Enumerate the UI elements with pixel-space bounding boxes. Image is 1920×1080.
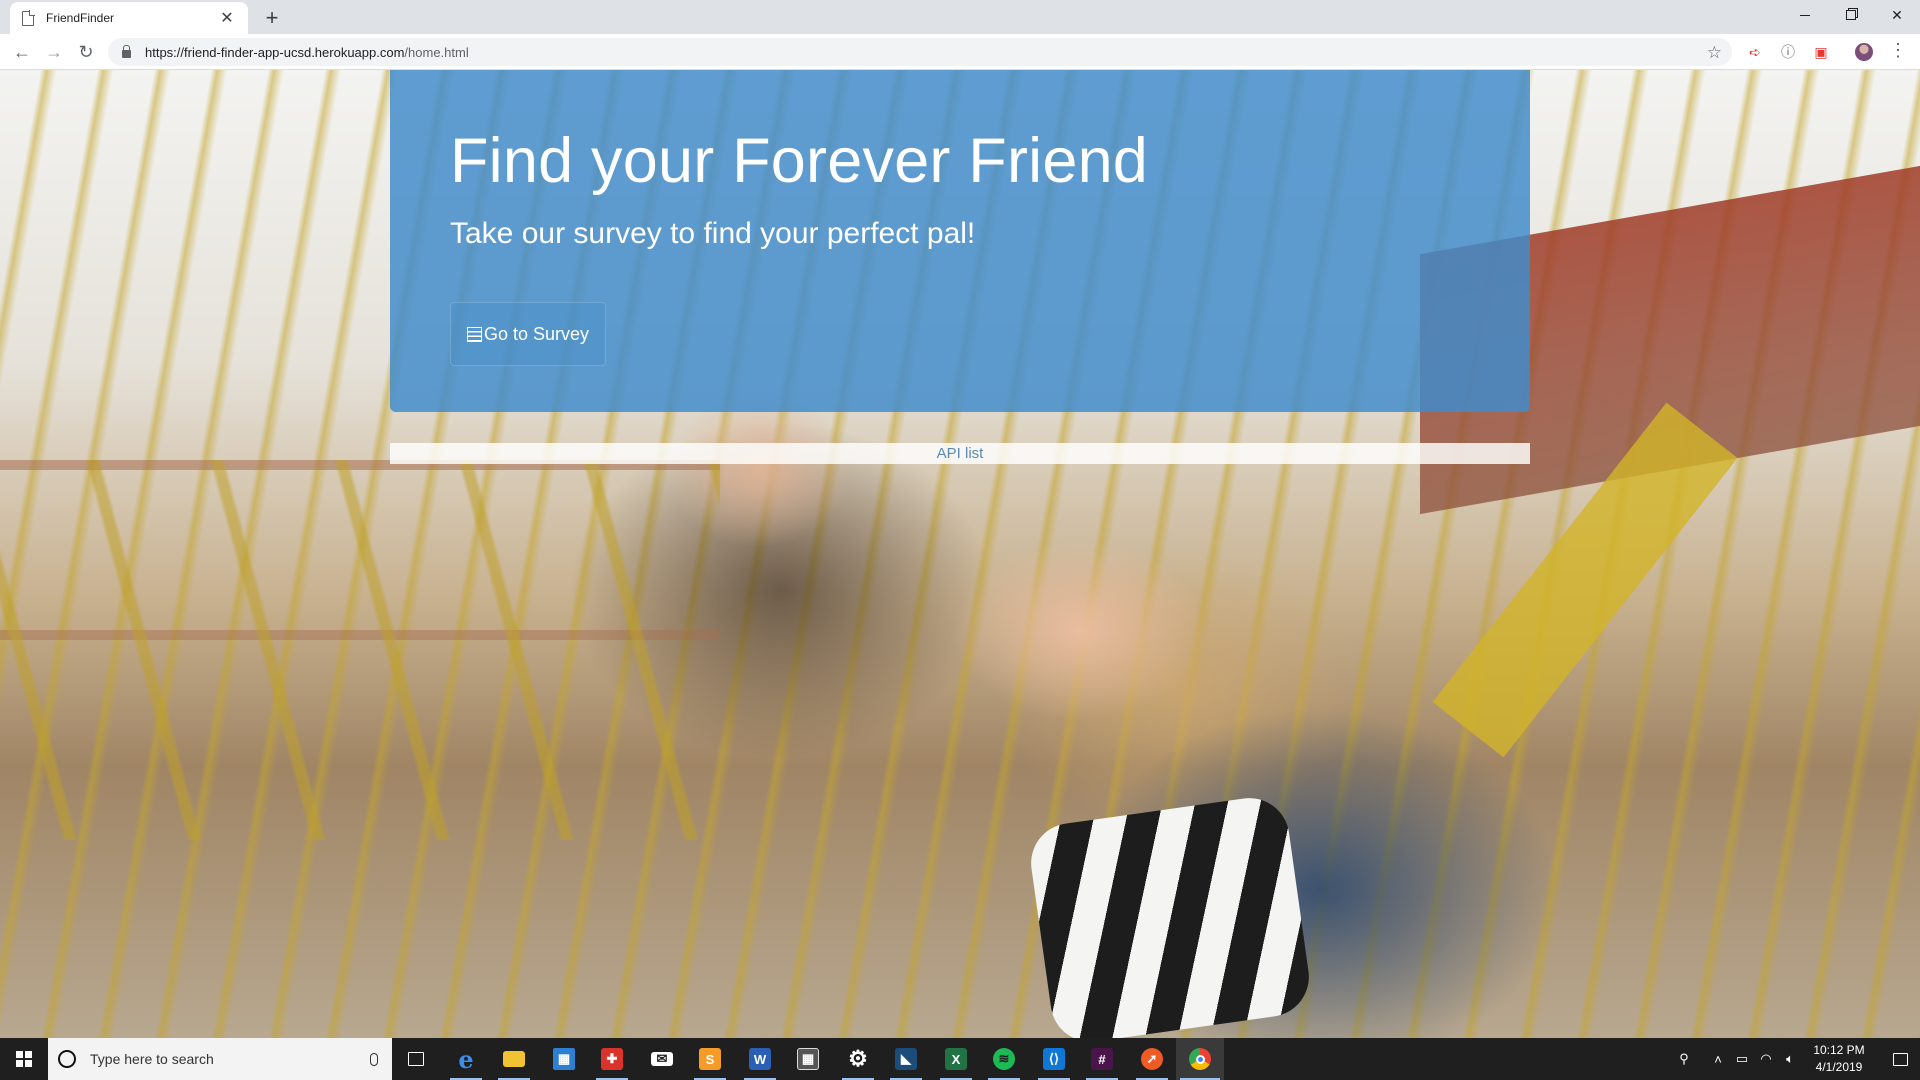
hero-jumbotron: Find your Forever Friend Take our survey… xyxy=(390,70,1530,412)
hero-title: Find your Forever Friend xyxy=(450,126,1149,196)
excel-button[interactable]: X xyxy=(932,1038,980,1080)
browser-toolbar: ← → ↻ https://friend-finder-app-ucsd.her… xyxy=(0,34,1920,70)
vscode-button[interactable]: ⟨⟩ xyxy=(1030,1038,1078,1080)
profile-avatar[interactable] xyxy=(1855,43,1873,61)
api-list-bar: API list xyxy=(390,443,1530,464)
calculator-button[interactable]: ▦ xyxy=(784,1038,832,1080)
hero-subtitle: Take our survey to find your perfect pal… xyxy=(450,217,976,250)
action-center-icon[interactable] xyxy=(1880,1038,1920,1080)
bookmark-star-icon[interactable]: ☆ xyxy=(1707,43,1722,63)
spotify-icon: ≋ xyxy=(993,1048,1015,1070)
bridge-railing-left xyxy=(0,460,720,840)
back-arrow-icon[interactable]: ← xyxy=(8,38,36,66)
address-bar[interactable]: https://friend-finder-app-ucsd.herokuapp… xyxy=(108,38,1732,66)
store-icon: ▦ xyxy=(553,1048,575,1070)
visual-studio-button[interactable]: ◣ xyxy=(882,1038,930,1080)
taskbar-search-box[interactable]: Type here to search xyxy=(48,1038,392,1080)
folder-icon xyxy=(503,1051,525,1067)
sublime-button[interactable]: S xyxy=(686,1038,734,1080)
microphone-icon[interactable] xyxy=(370,1052,378,1066)
windows-logo-icon xyxy=(16,1051,32,1067)
search-placeholder: Type here to search xyxy=(90,1051,214,1067)
cortana-icon xyxy=(58,1050,76,1068)
go-to-survey-button[interactable]: Go to Survey xyxy=(450,302,607,366)
api-list-link[interactable]: API list xyxy=(937,445,984,462)
extension-info-icon[interactable]: ⓘ xyxy=(1777,41,1799,63)
new-tab-button[interactable]: + xyxy=(258,4,286,32)
url-host: https://friend-finder-app-ucsd.herokuapp… xyxy=(145,44,405,60)
browser-tabstrip: FriendFinder ✕ + ✕ xyxy=(0,0,1920,34)
url-path: /home.html xyxy=(404,44,469,60)
tab-close-icon[interactable]: ✕ xyxy=(218,8,236,28)
volume-icon[interactable]: 🔈︎ xyxy=(1778,1038,1802,1080)
word-button[interactable]: W xyxy=(736,1038,784,1080)
pocket-extension-icon[interactable]: ▣ xyxy=(1810,41,1832,63)
lock-icon xyxy=(122,45,131,58)
start-button[interactable] xyxy=(0,1038,48,1080)
chrome-icon xyxy=(1189,1048,1211,1070)
slack-button[interactable]: # xyxy=(1078,1038,1126,1080)
restore-button[interactable] xyxy=(1828,0,1874,30)
windows-taskbar: Type here to search e ▦ ✚ ✉ S W ▦ ⚙ ◣ X … xyxy=(0,1038,1920,1080)
page-icon xyxy=(22,9,35,26)
edge-icon: e xyxy=(458,1044,474,1074)
postman-button[interactable]: ➚ xyxy=(1128,1038,1176,1080)
calculator-icon: ▦ xyxy=(797,1048,819,1070)
extension-icon[interactable]: ➪ xyxy=(1744,41,1766,63)
task-view-button[interactable] xyxy=(392,1038,440,1080)
store-button[interactable]: ▦ xyxy=(540,1038,588,1080)
close-window-button[interactable]: ✕ xyxy=(1874,0,1920,30)
gift-icon: ✚ xyxy=(601,1048,623,1070)
menu-dots-icon[interactable]: ⋮ xyxy=(1888,40,1908,61)
gift-app-button[interactable]: ✚ xyxy=(588,1038,636,1080)
settings-icon: ⚙ xyxy=(848,1046,868,1071)
taskbar-clock[interactable]: 10:12 PM 4/1/2019 xyxy=(1802,1042,1876,1076)
people-icon[interactable]: ⚲ xyxy=(1670,1038,1698,1080)
mail-button[interactable]: ✉ xyxy=(638,1038,686,1080)
excel-icon: X xyxy=(945,1048,967,1070)
spotify-button[interactable]: ≋ xyxy=(980,1038,1028,1080)
forward-arrow-icon[interactable]: → xyxy=(40,38,68,66)
edge-button[interactable]: e xyxy=(442,1038,490,1080)
wifi-icon[interactable]: ◠ xyxy=(1754,1038,1778,1080)
minimize-button[interactable] xyxy=(1782,0,1828,30)
mail-icon: ✉ xyxy=(651,1051,673,1066)
slack-icon: # xyxy=(1091,1048,1113,1070)
clock-date: 4/1/2019 xyxy=(1815,1060,1863,1074)
striped-scarf xyxy=(1025,792,1315,1038)
word-icon: W xyxy=(749,1048,771,1070)
reload-icon[interactable]: ↻ xyxy=(72,38,100,66)
browser-tab[interactable]: FriendFinder ✕ xyxy=(10,2,248,34)
file-explorer-button[interactable] xyxy=(490,1038,538,1080)
survey-button-label: Go to Survey xyxy=(484,323,590,344)
settings-button[interactable]: ⚙ xyxy=(834,1038,882,1080)
tab-title: FriendFinder xyxy=(46,11,115,25)
page-viewport: Find your Forever Friend Take our survey… xyxy=(0,70,1920,1038)
chrome-button[interactable] xyxy=(1176,1038,1224,1080)
task-view-icon xyxy=(408,1052,424,1066)
list-icon xyxy=(467,326,482,342)
sublime-text-icon: S xyxy=(699,1048,721,1070)
visual-studio-icon: ◣ xyxy=(895,1048,917,1070)
vscode-icon: ⟨⟩ xyxy=(1043,1048,1065,1070)
show-hidden-icons-chevron[interactable]: ˄ xyxy=(1706,1038,1730,1080)
clock-time: 10:12 PM xyxy=(1813,1043,1865,1057)
battery-icon[interactable]: ▭ xyxy=(1730,1038,1754,1080)
postman-icon: ➚ xyxy=(1141,1048,1163,1070)
